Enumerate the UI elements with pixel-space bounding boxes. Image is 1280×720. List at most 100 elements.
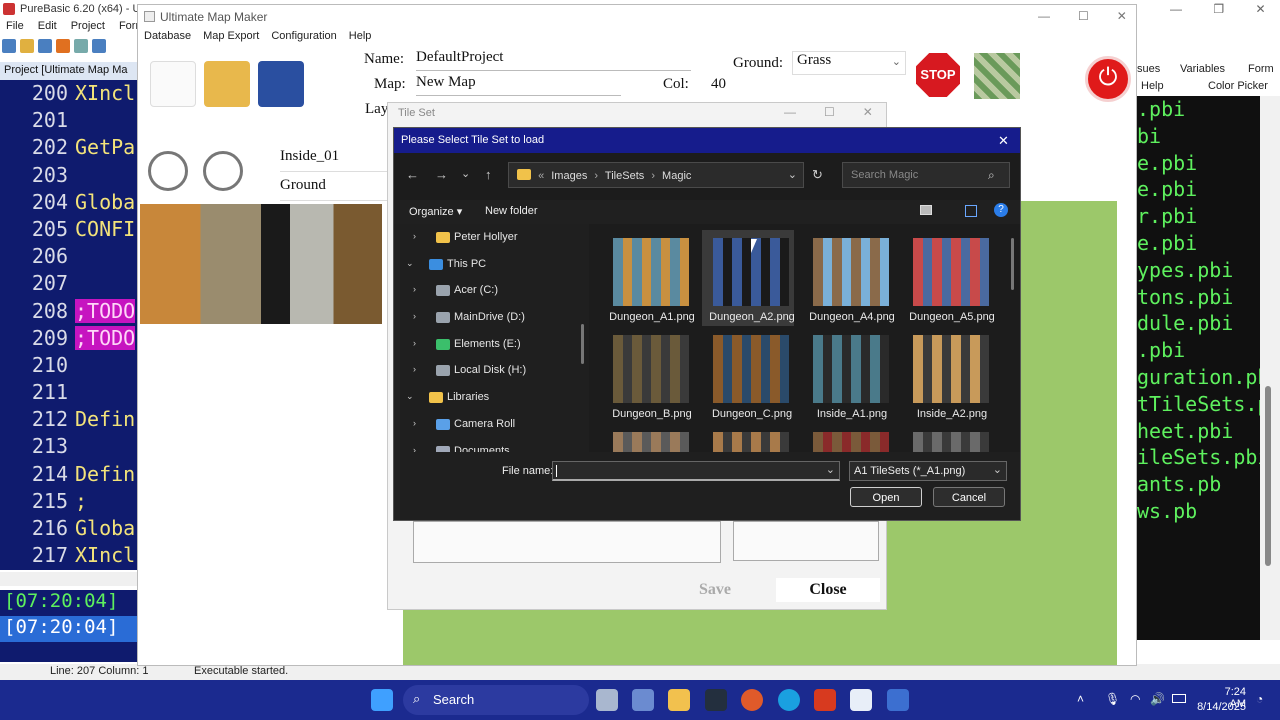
map-field[interactable]: New Map <box>416 74 621 96</box>
tree-item[interactable]: › Local Disk (H:) <box>394 357 589 384</box>
restore-icon[interactable]: ❐ <box>1213 2 1224 16</box>
file-list-item[interactable]: ws.pb <box>1137 498 1260 525</box>
tileset-list[interactable] <box>413 521 721 563</box>
code-line[interactable]: 200 XIncl <box>0 80 140 107</box>
file-item[interactable] <box>802 424 894 452</box>
firefox-icon[interactable] <box>741 689 763 711</box>
recent-locations-icon[interactable]: ⌄ <box>461 167 470 180</box>
tab-help[interactable]: Help <box>1141 80 1164 92</box>
file-item[interactable] <box>902 424 994 452</box>
chevron-right-icon[interactable]: › <box>413 311 416 321</box>
file-list-item[interactable]: ypes.pbi <box>1137 257 1260 284</box>
copy-icon[interactable] <box>92 39 106 53</box>
code-line[interactable]: 216 Globa <box>0 515 140 542</box>
code-line[interactable]: 213 <box>0 433 140 460</box>
new-project-icon[interactable] <box>150 61 196 107</box>
open-folder-icon[interactable] <box>204 61 250 107</box>
chevron-right-icon[interactable]: › <box>413 445 416 453</box>
file-list-item[interactable]: e.pbi <box>1137 150 1260 177</box>
file-item[interactable]: Dungeon_B.png <box>602 327 694 423</box>
battery-icon[interactable] <box>1172 694 1186 703</box>
clock-date[interactable]: 8/14/2025 <box>1196 701 1246 713</box>
chevron-right-icon[interactable]: › <box>413 338 416 348</box>
navigation-pane[interactable]: › Peter Hollyer ⌄ This PC › Acer (C:) › MainDri… <box>394 224 589 452</box>
tree-item[interactable]: ⌄ Libraries <box>394 384 589 411</box>
start-windows-icon[interactable] <box>371 689 393 711</box>
power-icon[interactable]: ⏻ <box>1085 56 1131 102</box>
tree-item[interactable]: ⌄ This PC <box>394 251 589 278</box>
close-button[interactable]: Close <box>776 578 880 602</box>
file-list-item[interactable]: .pbi <box>1137 337 1260 364</box>
file-list-item[interactable]: e.pbi <box>1137 176 1260 203</box>
refresh-icon[interactable]: ↻ <box>812 167 823 183</box>
ground-select[interactable]: Grass ⌄ <box>792 51 906 75</box>
chevron-down-icon[interactable]: ⌄ <box>406 391 414 402</box>
layer-select[interactable]: Ground <box>280 177 390 201</box>
save-all-icon[interactable] <box>56 39 70 53</box>
code-line[interactable]: 203 <box>0 162 140 189</box>
zoom-in-icon[interactable] <box>148 151 188 191</box>
editor-scrollbar[interactable] <box>0 572 140 586</box>
tree-item[interactable]: › Camera Roll <box>394 411 589 438</box>
menu-edit[interactable]: Edit <box>38 20 57 32</box>
breadcrumb-tilesets[interactable]: TileSets <box>605 170 644 182</box>
file-list-item[interactable]: e.pbi <box>1137 230 1260 257</box>
file-list-item[interactable]: r.pbi <box>1137 203 1260 230</box>
scroll-thumb[interactable] <box>1265 386 1271 566</box>
close-icon[interactable]: ✕ <box>998 133 1009 149</box>
new-file-icon[interactable] <box>2 39 16 53</box>
tree-item[interactable]: › MainDrive (D:) <box>394 304 589 331</box>
microphone-icon[interactable]: 🎙 <box>1105 692 1120 706</box>
tileset-preview[interactable] <box>140 204 382 324</box>
file-list-item[interactable]: dule.pbi <box>1137 310 1260 337</box>
close-icon[interactable]: ✕ <box>1255 2 1265 16</box>
breadcrumb-images[interactable]: Images <box>551 170 587 182</box>
menu-project[interactable]: Project <box>71 20 105 32</box>
open-button[interactable]: Open <box>850 487 922 507</box>
open-file-icon[interactable] <box>20 39 34 53</box>
volume-icon[interactable]: 🔊 <box>1150 692 1165 706</box>
chevron-down-icon[interactable]: ⌄ <box>406 258 414 269</box>
file-list-item[interactable]: ileSets.pbi <box>1137 444 1260 471</box>
map-maker-taskbar-icon[interactable] <box>850 689 872 711</box>
file-item[interactable]: Dungeon_A5.png <box>902 230 995 326</box>
close-icon[interactable]: ✕ <box>863 105 873 119</box>
back-arrow-icon[interactable]: ← <box>406 167 419 182</box>
name-field[interactable]: DefaultProject <box>416 49 691 71</box>
file-list-item[interactable]: bi <box>1137 123 1260 150</box>
maximize-icon[interactable]: ☐ <box>824 105 835 119</box>
file-item[interactable]: Dungeon_C.png <box>702 327 794 423</box>
organize-button[interactable]: Organize ▾ <box>409 205 462 218</box>
code-line[interactable]: 209 ;TODO <box>0 325 140 352</box>
file-item[interactable]: Inside_A2.png <box>902 327 994 423</box>
file-item[interactable]: Dungeon_A4.png <box>802 230 895 326</box>
right-scrollbar[interactable] <box>1260 96 1280 640</box>
save-icon[interactable] <box>38 39 52 53</box>
file-scrollbar[interactable] <box>1011 238 1014 290</box>
forward-arrow-icon[interactable]: → <box>435 167 448 182</box>
code-line[interactable]: 212 Defin <box>0 406 140 433</box>
cut-icon[interactable] <box>74 39 88 53</box>
help-icon[interactable]: ? <box>994 203 1008 217</box>
save-button[interactable]: Save <box>660 578 770 602</box>
file-explorer-icon[interactable] <box>668 689 690 711</box>
chevron-down-icon[interactable]: ⌄ <box>788 168 797 181</box>
ide-window-controls[interactable]: — ❐ ✕ <box>1170 2 1266 16</box>
tree-item[interactable]: › Peter Hollyer <box>394 224 589 251</box>
code-line[interactable]: 206 <box>0 243 140 270</box>
save-disk-icon[interactable] <box>258 61 304 107</box>
code-line[interactable]: 210 <box>0 352 140 379</box>
tab-form[interactable]: Form <box>1248 63 1274 75</box>
code-line[interactable]: 202 GetPa <box>0 134 140 161</box>
preview-pane-icon[interactable] <box>965 205 977 217</box>
chevron-right-icon[interactable]: › <box>413 231 416 241</box>
tab-issues[interactable]: sues <box>1137 63 1160 75</box>
amazon-icon[interactable] <box>705 689 727 711</box>
tab-variables[interactable]: Variables <box>1180 63 1225 75</box>
code-line[interactable]: 207 <box>0 270 140 297</box>
file-item[interactable]: Dungeon_A1.png <box>602 230 695 326</box>
tree-item[interactable]: › Elements (E:) <box>394 331 589 358</box>
file-type-select[interactable]: A1 TileSets (*_A1.png) ⌄ <box>849 461 1007 481</box>
task-view-icon[interactable] <box>596 689 618 711</box>
cancel-button[interactable]: Cancel <box>933 487 1005 507</box>
